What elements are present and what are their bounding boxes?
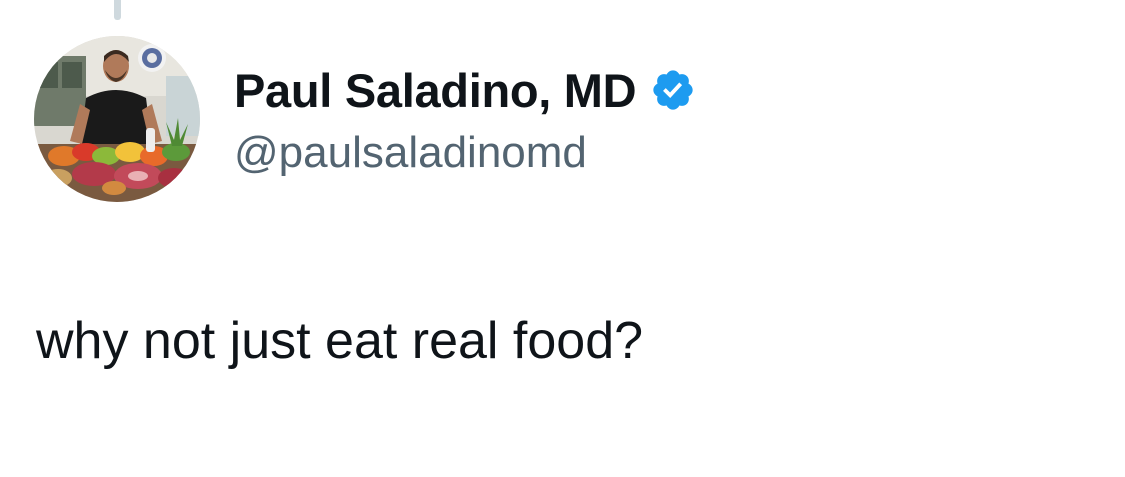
author-name-row[interactable]: Paul Saladino, MD: [234, 58, 696, 122]
thread-connector-line: [114, 0, 121, 20]
author-display-name[interactable]: Paul Saladino, MD: [234, 63, 637, 118]
avatar[interactable]: [34, 36, 200, 202]
tweet-header: Paul Saladino, MD @paulsaladinomd: [234, 58, 696, 178]
avatar-photo-icon: [34, 36, 200, 202]
tweet-card[interactable]: Paul Saladino, MD @paulsaladinomd why no…: [0, 0, 1125, 477]
tweet-body-text: why not just eat real food?: [36, 312, 644, 370]
author-handle[interactable]: @paulsaladinomd: [234, 128, 696, 178]
verified-badge-icon: [650, 67, 696, 113]
